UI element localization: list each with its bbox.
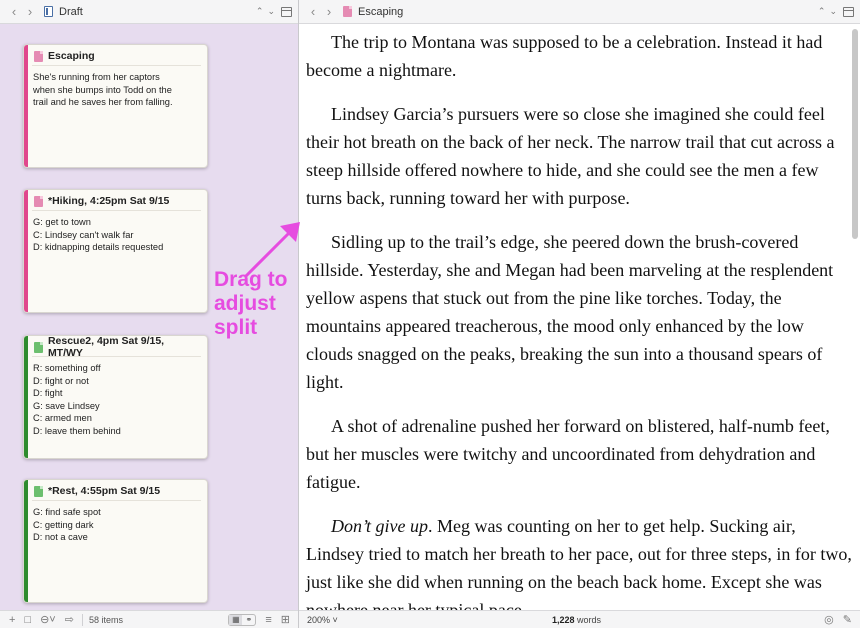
corkboard-title: Draft — [59, 5, 83, 18]
card-synopsis[interactable]: She's running from her captors when she b… — [33, 71, 199, 109]
synopsis-line: D: not a cave — [33, 532, 88, 543]
italic-text: Don’t give up — [331, 516, 428, 536]
card-title-text: Rescue2, 4pm Sat 9/15, MT/WY — [47, 335, 165, 359]
text-editor[interactable]: The trip to Montana was supposed to be a… — [299, 25, 860, 610]
paragraph: The trip to Montana was supposed to be a… — [306, 32, 823, 80]
chevron-left-icon[interactable]: ‹ — [6, 4, 22, 19]
synopsis-line: D: fight or not — [33, 375, 89, 386]
card-title[interactable]: *Rest, 4:55pm Sat 9/15 — [32, 485, 201, 501]
pink-document-icon — [343, 6, 352, 17]
card-synopsis[interactable]: R: something off D: fight or not D: fight G… — [33, 362, 199, 438]
card-synopsis[interactable]: G: find safe spot C: getting dark D: not a… — [33, 506, 199, 544]
synopsis-line: D: fight — [33, 388, 63, 399]
drag-annotation: Drag to adjust split — [214, 268, 288, 340]
word-count-label: words — [577, 614, 602, 625]
synopsis-line: when she bumps into Todd on the — [33, 84, 172, 95]
green-document-icon — [34, 485, 43, 497]
paragraph: Sidling up to the trail’s edge, she peer… — [306, 232, 834, 392]
chevron-left-icon[interactable]: ‹ — [305, 4, 321, 19]
corkboard-footer: + □ ⊖˅ ⇨ 58 items ▦ ⚭ ≡ ⊞ — [0, 610, 298, 628]
chevron-down-icon[interactable]: ⌄ — [267, 6, 275, 17]
chevron-down-icon[interactable]: ⌄ — [829, 6, 837, 17]
editor-text[interactable]: The trip to Montana was supposed to be a… — [306, 28, 853, 610]
split-view-icon[interactable] — [281, 6, 292, 17]
synopsis-line: C: getting dark — [33, 519, 94, 530]
index-card[interactable]: Rescue2, 4pm Sat 9/15, MT/WY R: something… — [23, 335, 208, 459]
synopsis-line: C: Lindsey can't walk far — [33, 229, 134, 240]
chevron-right-icon[interactable]: › — [321, 4, 337, 19]
pink-document-icon — [34, 50, 43, 62]
index-card[interactable]: Escaping She's running from her captors wh… — [23, 44, 208, 168]
settings-sliders-icon[interactable]: ≡ — [265, 614, 271, 626]
chevron-right-icon[interactable]: › — [22, 4, 38, 19]
label-color-bar — [24, 45, 28, 167]
word-count-number: 1,228 — [551, 614, 575, 625]
paragraph: Lindsey Garcia’s pursuers were so close … — [306, 104, 835, 208]
card-synopsis[interactable]: G: get to town C: Lindsey can't walk far D… — [33, 216, 199, 254]
link-icon[interactable]: ⚭ — [242, 615, 255, 625]
label-color-bar — [24, 480, 28, 602]
editor-title: Escaping — [358, 5, 404, 18]
card-title[interactable]: Rescue2, 4pm Sat 9/15, MT/WY — [32, 336, 201, 359]
card-title-text: *Rest, 4:55pm Sat 9/15 — [48, 485, 161, 497]
synopsis-line: G: save Lindsey — [33, 400, 100, 411]
card-title-text: *Hiking, 4:25pm Sat 9/15 — [48, 195, 170, 207]
zoom-selector[interactable]: 200% ˅ — [307, 615, 338, 625]
grid-icon[interactable]: ▦ — [229, 614, 243, 625]
zoom-level: 200% — [307, 614, 331, 625]
paragraph: Don’t give up. Meg was counting on her t… — [306, 512, 853, 610]
synopsis-line: C: armed men — [33, 413, 92, 424]
target-icon[interactable]: ◎ — [824, 613, 834, 626]
editor-footer: 200% ˅ 1,228 words ◎ ✎ — [299, 610, 860, 628]
chevron-up-icon[interactable]: ⌃ — [818, 6, 826, 17]
pink-document-icon — [34, 195, 43, 207]
card-title[interactable]: *Hiking, 4:25pm Sat 9/15 — [32, 195, 201, 211]
synopsis-line: R: something off — [33, 363, 101, 373]
synopsis-line: D: leave them behind — [33, 425, 121, 436]
index-card[interactable]: *Hiking, 4:25pm Sat 9/15 G: get to town C:… — [23, 189, 208, 313]
footer-divider — [81, 613, 83, 626]
synopsis-line: G: find safe spot — [33, 507, 101, 517]
split-view-icon[interactable] — [843, 6, 854, 17]
annotation-line: adjust — [214, 292, 276, 315]
item-count: 58 items — [88, 614, 123, 625]
paragraph: A shot of adrenaline pushed her forward … — [306, 416, 830, 492]
layout-grid-icon[interactable]: ⊞ — [281, 613, 290, 626]
synopsis-line: trail and he saves her from falling. — [33, 97, 173, 108]
annotation-line: Drag to — [214, 268, 288, 291]
editor-header: ‹ › Escaping ⌃ ⌄ — [299, 0, 860, 24]
edit-note-icon[interactable]: ✎ — [843, 613, 852, 626]
more-options-icon[interactable]: ⊖˅ — [40, 613, 56, 626]
view-mode-toggle[interactable]: ▦ ⚭ — [228, 613, 257, 626]
corkboard-header: ‹ › Draft ⌃ ⌄ — [0, 0, 298, 24]
annotation-line: split — [214, 316, 258, 339]
label-color-bar — [24, 190, 28, 312]
move-icon[interactable]: ⇨ — [65, 613, 74, 626]
synopsis-line: D: kidnapping details requested — [33, 242, 164, 253]
scrollbar[interactable] — [852, 29, 858, 239]
synopsis-line: G: get to town — [33, 217, 91, 227]
card-title[interactable]: Escaping — [32, 50, 201, 66]
draft-folder-icon — [44, 6, 53, 17]
add-icon[interactable]: + — [9, 614, 15, 626]
label-color-bar — [24, 336, 28, 458]
chevron-up-icon[interactable]: ⌃ — [256, 6, 264, 17]
synopsis-line: She's running from her captors — [33, 72, 160, 82]
index-card[interactable]: *Rest, 4:55pm Sat 9/15 G: find safe spot C… — [23, 479, 208, 603]
card-title-text: Escaping — [48, 50, 95, 62]
word-count: 1,228 words — [338, 615, 815, 625]
add-folder-icon[interactable]: □ — [24, 614, 31, 626]
green-document-icon — [34, 341, 43, 353]
